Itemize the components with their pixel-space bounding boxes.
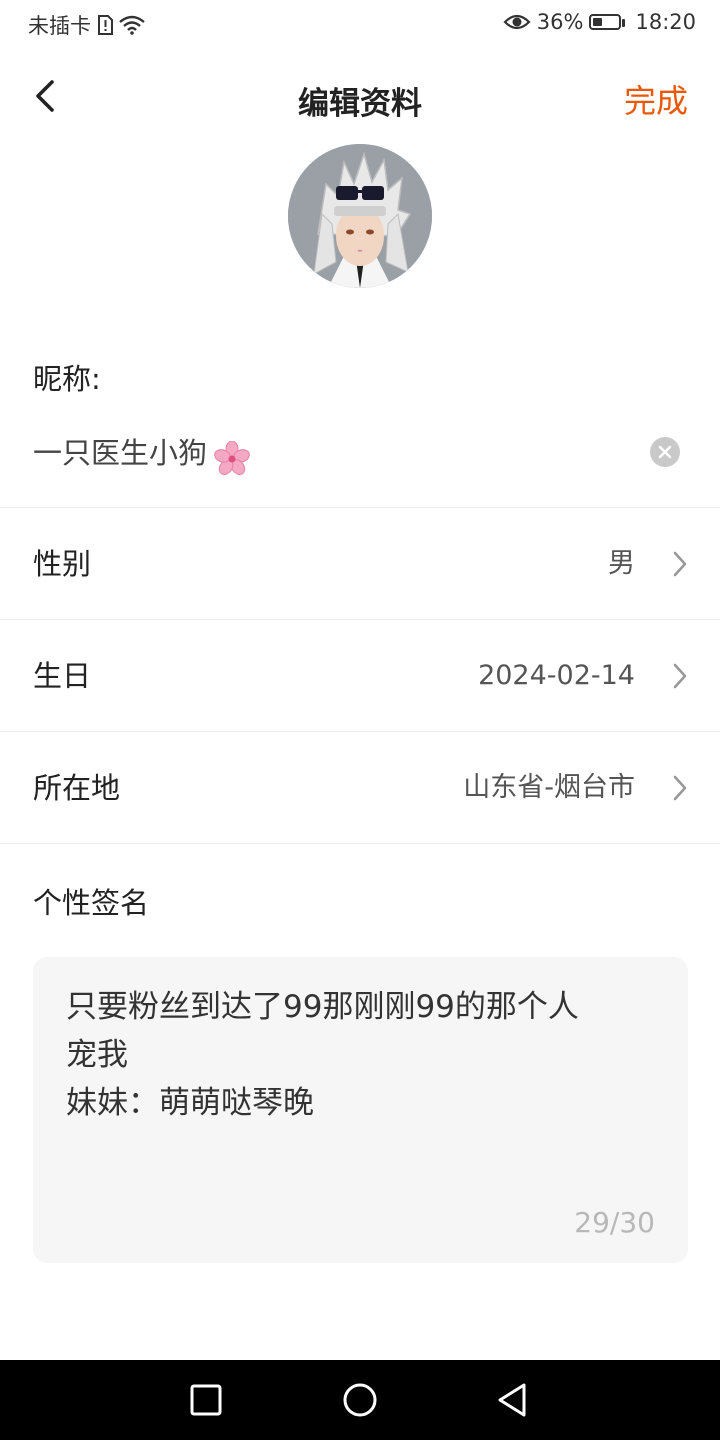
location-label: 所在地 [33, 771, 121, 805]
clock: 18:20 [635, 10, 696, 34]
close-icon [658, 445, 672, 459]
battery-percent: 36% [536, 10, 584, 34]
home-button[interactable] [340, 1380, 380, 1420]
status-right: 36% 18:20 [503, 10, 696, 34]
nav-back-button[interactable] [492, 1380, 532, 1420]
nickname-value: 一只医生小狗 [33, 436, 208, 470]
avatar-image [288, 144, 432, 288]
wifi-icon [119, 15, 145, 35]
signature-text: 只要粉丝到达了99那刚刚99的那个人 宠我 妹妹：萌萌哒琴晚 [66, 989, 579, 1121]
char-counter: 29/30 [574, 1206, 655, 1239]
system-nav-bar [0, 1360, 720, 1440]
header-bar: 编辑资料 完成 [0, 50, 720, 146]
back-icon [498, 1383, 526, 1417]
battery-fill [593, 18, 603, 26]
eye-icon [503, 14, 531, 30]
birthday-value: 2024-02-14 [478, 660, 635, 691]
status-bar: 未插卡 36% 18:20 [0, 0, 720, 50]
gender-label: 性别 [33, 547, 92, 581]
signature-label: 个性签名 [33, 886, 150, 920]
gender-row[interactable]: 性别 男 [0, 508, 720, 620]
done-button[interactable]: 完成 [624, 76, 688, 122]
cherry-blossom-icon [214, 440, 250, 475]
chevron-right-icon [673, 551, 687, 577]
carrier-text: 未插卡 [28, 14, 91, 38]
recent-apps-button[interactable] [186, 1380, 226, 1420]
chevron-right-icon [673, 775, 687, 801]
signature-textarea[interactable]: 只要粉丝到达了99那刚刚99的那个人 宠我 妹妹：萌萌哒琴晚 29/30 [33, 957, 688, 1263]
home-icon [343, 1383, 377, 1417]
clear-input-button[interactable] [650, 437, 680, 467]
divider [0, 843, 720, 844]
sim-alert-icon [98, 15, 113, 35]
chevron-right-icon [673, 663, 687, 689]
recent-apps-icon [190, 1384, 222, 1416]
avatar[interactable] [288, 144, 432, 288]
location-row[interactable]: 所在地 山东省-烟台市 [0, 732, 720, 844]
location-value: 山东省-烟台市 [463, 772, 635, 803]
birthday-label: 生日 [33, 659, 92, 693]
nickname-label: 昵称: [33, 362, 101, 396]
birthday-row[interactable]: 生日 2024-02-14 [0, 620, 720, 732]
gender-value: 男 [608, 548, 635, 579]
battery-icon [589, 14, 626, 30]
status-left: 未插卡 [28, 10, 145, 40]
page-title: 编辑资料 [298, 86, 422, 122]
nickname-field[interactable]: 一只医生小狗 [33, 430, 688, 476]
